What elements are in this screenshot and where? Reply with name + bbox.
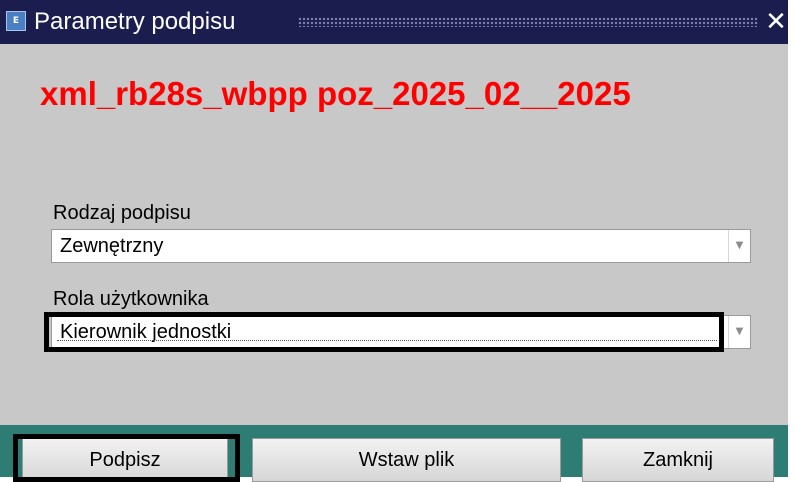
user-role-label: Rola użytkownika <box>53 288 209 310</box>
chevron-down-icon[interactable]: ▼ <box>728 230 750 262</box>
focus-dotted-outline <box>57 340 717 341</box>
insert-file-button[interactable]: Wstaw plik <box>252 438 561 482</box>
chevron-down-icon[interactable]: ▼ <box>728 316 750 348</box>
signature-type-select[interactable]: Zewnętrzny ▼ <box>51 229 751 263</box>
signature-type-label: Rodzaj podpisu <box>53 202 191 224</box>
document-name-heading: xml_rb28s_wbpp poz_2025_02__2025 <box>40 75 631 112</box>
title-bar[interactable]: E Parametry podpisu ✕ <box>0 0 788 44</box>
close-button[interactable]: Zamknij <box>582 438 774 482</box>
focus-highlight-frame <box>44 312 724 352</box>
button-focus-frame <box>13 434 240 482</box>
close-icon[interactable]: ✕ <box>764 8 788 36</box>
signature-parameters-dialog: E Parametry podpisu ✕ xml_rb28s_wbpp poz… <box>0 0 788 482</box>
window-title: Parametry podpisu <box>34 8 236 35</box>
app-icon: E <box>6 11 26 31</box>
title-bar-grip <box>298 17 758 27</box>
signature-type-value: Zewnętrzny <box>60 235 164 257</box>
